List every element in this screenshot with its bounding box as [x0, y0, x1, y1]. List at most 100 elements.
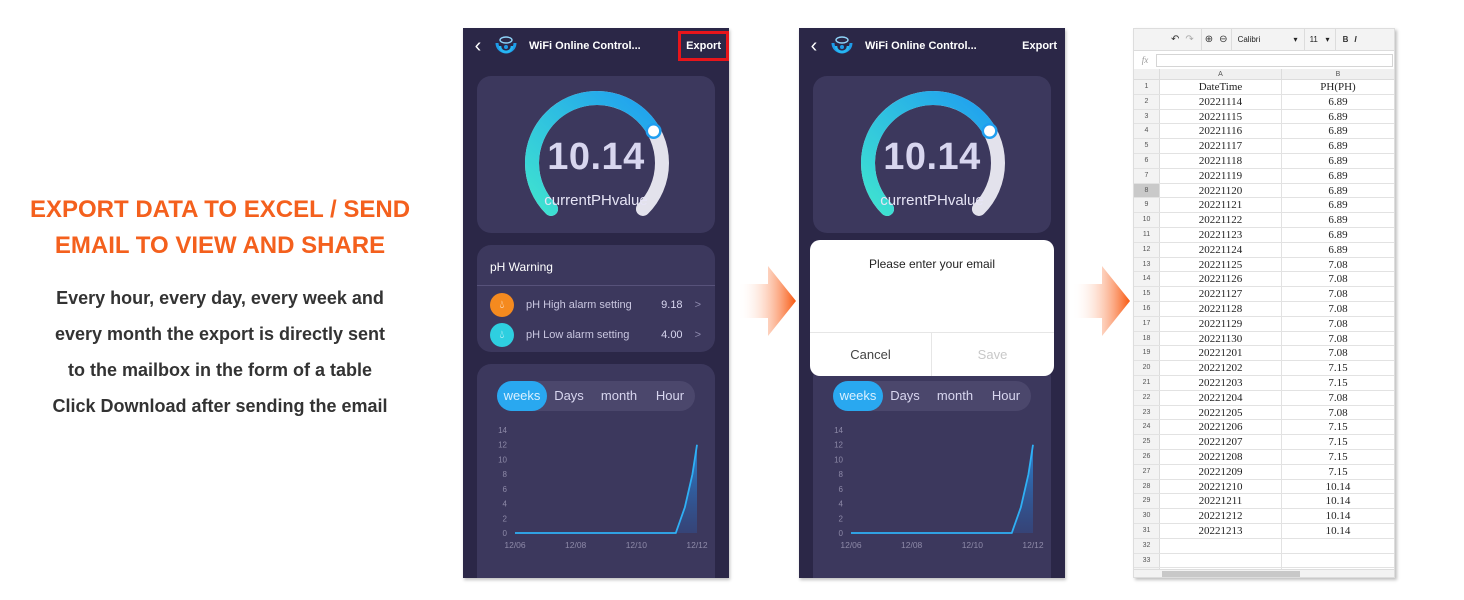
- cell-a[interactable]: 20221128: [1160, 301, 1282, 316]
- cell-b[interactable]: 6.89: [1282, 228, 1394, 242]
- row-number[interactable]: 7: [1134, 168, 1160, 183]
- cell-b[interactable]: 6.89: [1282, 243, 1394, 257]
- back-icon[interactable]: ‹: [465, 28, 491, 64]
- cell-a[interactable]: 20221204: [1160, 390, 1282, 405]
- row-number[interactable]: 27: [1134, 464, 1160, 479]
- row-number[interactable]: 30: [1134, 509, 1160, 523]
- tab-weeks[interactable]: weeks: [497, 381, 547, 411]
- cell-b[interactable]: 6.89: [1282, 139, 1394, 153]
- cell-a[interactable]: 20221212: [1160, 509, 1282, 523]
- export-button[interactable]: Export: [1016, 34, 1063, 58]
- cell-b[interactable]: 7.08: [1282, 346, 1394, 360]
- cell-b[interactable]: 7.15: [1282, 450, 1394, 464]
- row-number[interactable]: 8: [1134, 183, 1160, 198]
- cell-a[interactable]: 20221118: [1160, 153, 1282, 168]
- row-number[interactable]: 25: [1134, 435, 1160, 449]
- cell-a[interactable]: 20221124: [1160, 242, 1282, 257]
- redo-icon[interactable]: ↷: [1182, 34, 1196, 45]
- row-number[interactable]: 12: [1134, 242, 1160, 257]
- zoom-in-icon[interactable]: ⊕: [1202, 34, 1216, 45]
- italic-button[interactable]: I: [1351, 35, 1359, 44]
- cell-b[interactable]: 10.14: [1282, 509, 1394, 523]
- bold-button[interactable]: B: [1340, 35, 1352, 44]
- cell-a[interactable]: 20221207: [1160, 435, 1282, 449]
- cell-a[interactable]: DateTime: [1160, 80, 1282, 94]
- cell-b[interactable]: 6.89: [1282, 110, 1394, 124]
- tab-month[interactable]: month: [927, 381, 983, 411]
- row-number[interactable]: 11: [1134, 227, 1160, 242]
- tab-days[interactable]: Days: [883, 381, 927, 411]
- row-number[interactable]: 5: [1134, 139, 1160, 153]
- cell-b[interactable]: 7.08: [1282, 272, 1394, 286]
- cell-a[interactable]: 20221206: [1160, 420, 1282, 435]
- cell-a[interactable]: 20221208: [1160, 449, 1282, 464]
- cell-a[interactable]: 20221211: [1160, 494, 1282, 509]
- zoom-out-icon[interactable]: ⊖: [1216, 34, 1230, 45]
- cell-a[interactable]: 20221205: [1160, 405, 1282, 420]
- cell-b[interactable]: 6.89: [1282, 95, 1394, 109]
- font-size-select[interactable]: 11 ▾: [1305, 35, 1335, 44]
- row-number[interactable]: 1: [1134, 80, 1160, 94]
- save-button[interactable]: Save: [932, 333, 1053, 376]
- cell-a[interactable]: 20221202: [1160, 361, 1282, 375]
- row-number[interactable]: 31: [1134, 523, 1160, 538]
- cell-b[interactable]: 6.89: [1282, 213, 1394, 227]
- undo-icon[interactable]: ↶: [1168, 34, 1182, 45]
- horizontal-scrollbar[interactable]: [1134, 569, 1394, 577]
- export-button[interactable]: Export: [678, 31, 729, 61]
- cell-b[interactable]: 7.08: [1282, 317, 1394, 331]
- tab-hour[interactable]: Hour: [647, 381, 693, 411]
- cell-b[interactable]: [1282, 554, 1394, 568]
- cell-a[interactable]: 20221125: [1160, 257, 1282, 272]
- row-number[interactable]: 20: [1134, 361, 1160, 375]
- column-header-b[interactable]: B: [1282, 69, 1394, 79]
- row-number[interactable]: 18: [1134, 331, 1160, 346]
- row-number[interactable]: 4: [1134, 124, 1160, 139]
- cell-a[interactable]: 20221122: [1160, 213, 1282, 227]
- row-number[interactable]: 16: [1134, 301, 1160, 316]
- cell-a[interactable]: 20221115: [1160, 109, 1282, 124]
- cell-b[interactable]: 7.15: [1282, 361, 1394, 375]
- cell-b[interactable]: 7.08: [1282, 391, 1394, 405]
- row-number[interactable]: 32: [1134, 538, 1160, 553]
- cell-a[interactable]: 20221123: [1160, 227, 1282, 242]
- column-header-a[interactable]: A: [1160, 69, 1282, 79]
- row-number[interactable]: 10: [1134, 213, 1160, 227]
- row-number[interactable]: 21: [1134, 375, 1160, 390]
- row-number[interactable]: 26: [1134, 449, 1160, 464]
- cell-a[interactable]: 20221117: [1160, 139, 1282, 153]
- tab-month[interactable]: month: [591, 381, 647, 411]
- corner-cell[interactable]: [1134, 69, 1160, 79]
- cell-a[interactable]: 20221203: [1160, 375, 1282, 390]
- cell-a[interactable]: 20221129: [1160, 316, 1282, 331]
- row-number[interactable]: 15: [1134, 287, 1160, 301]
- row-number[interactable]: 3: [1134, 109, 1160, 124]
- cell-b[interactable]: 10.14: [1282, 524, 1394, 538]
- row-number[interactable]: 23: [1134, 405, 1160, 420]
- row-number[interactable]: 9: [1134, 198, 1160, 213]
- row-number[interactable]: 29: [1134, 494, 1160, 509]
- formula-input[interactable]: [1156, 53, 1393, 67]
- cell-a[interactable]: 20221127: [1160, 287, 1282, 301]
- row-number[interactable]: 33: [1134, 553, 1160, 568]
- tab-hour[interactable]: Hour: [983, 381, 1029, 411]
- cell-b[interactable]: 6.89: [1282, 154, 1394, 168]
- cell-b[interactable]: 7.15: [1282, 465, 1394, 479]
- row-number[interactable]: 13: [1134, 257, 1160, 272]
- cell-a[interactable]: [1160, 553, 1282, 568]
- cell-a[interactable]: 20221130: [1160, 331, 1282, 346]
- cell-a[interactable]: 20221201: [1160, 346, 1282, 361]
- cell-a[interactable]: 20221120: [1160, 183, 1282, 198]
- cell-b[interactable]: PH(PH): [1282, 80, 1394, 94]
- row-number[interactable]: 17: [1134, 316, 1160, 331]
- cell-a[interactable]: 20221119: [1160, 168, 1282, 183]
- ph-high-alarm-row[interactable]: 💧︎ pH High alarm setting 9.18 >: [477, 290, 715, 320]
- row-number[interactable]: 22: [1134, 390, 1160, 405]
- back-icon[interactable]: ‹: [801, 28, 827, 64]
- tab-weeks[interactable]: weeks: [833, 381, 883, 411]
- scrollbar-thumb[interactable]: [1162, 571, 1300, 577]
- row-number[interactable]: 6: [1134, 153, 1160, 168]
- cell-b[interactable]: 7.08: [1282, 332, 1394, 346]
- cell-a[interactable]: 20221121: [1160, 198, 1282, 213]
- cell-b[interactable]: 7.08: [1282, 287, 1394, 301]
